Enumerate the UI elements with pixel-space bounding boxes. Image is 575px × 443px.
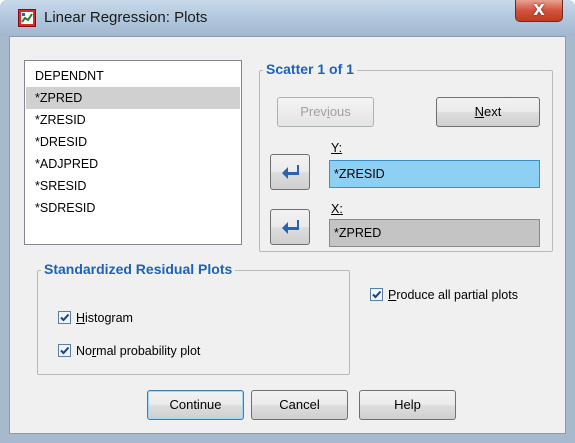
app-icon <box>18 9 36 27</box>
help-button[interactable]: Help <box>359 390 456 420</box>
y-field-label: Y: <box>331 141 343 155</box>
variable-list-item[interactable]: *SRESID <box>26 175 240 197</box>
variable-list-item[interactable]: *ADJPRED <box>26 153 240 175</box>
window-title: Linear Regression: Plots <box>44 9 208 26</box>
next-button-label: Next <box>474 104 502 119</box>
partial-plots-checkbox-box[interactable] <box>370 288 383 301</box>
histogram-checkbox-box[interactable] <box>58 311 71 324</box>
move-to-y-button[interactable] <box>270 154 310 190</box>
title-bar[interactable]: Linear Regression: Plots X <box>0 0 575 36</box>
left-arrow-icon <box>282 165 299 179</box>
variable-list-item[interactable]: *ZPRED <box>26 87 240 109</box>
partial-plots-label: Produce all partial plots <box>388 288 518 302</box>
scatter-group-title: Scatter 1 of 1 <box>263 61 357 77</box>
x-field-label: X: <box>331 202 343 216</box>
dialog-window: Linear Regression: Plots X DEPENDNT *ZPRE… <box>0 0 575 443</box>
histogram-label: Histogram <box>76 311 133 325</box>
checkmark-icon <box>60 313 70 322</box>
help-button-label: Help <box>394 397 421 412</box>
continue-button-label: Continue <box>169 397 222 412</box>
checkmark-icon <box>372 290 382 299</box>
move-to-x-button[interactable] <box>270 209 310 245</box>
left-arrow-icon <box>282 220 299 234</box>
normal-probability-label: Normal probability plot <box>76 344 201 358</box>
variable-list[interactable]: DEPENDNT *ZPRED *ZRESID *DRESID *ADJPRED *SRE… <box>24 60 242 245</box>
y-axis-field[interactable]: *ZRESID <box>329 160 540 188</box>
variable-list-item[interactable]: *ZRESID <box>26 109 240 131</box>
variable-list-item[interactable]: *SDRESID <box>26 197 240 219</box>
close-icon: X <box>533 1 545 19</box>
cancel-button-label: Cancel <box>279 397 320 412</box>
residual-plots-group-title: Standardized Residual Plots <box>41 261 236 277</box>
variable-list-item[interactable]: *DRESID <box>26 131 240 153</box>
normal-probability-checkbox-box[interactable] <box>58 344 71 357</box>
cancel-button[interactable]: Cancel <box>251 390 348 420</box>
continue-button[interactable]: Continue <box>147 390 244 420</box>
close-button[interactable]: X <box>515 0 563 22</box>
previous-button[interactable]: Previous <box>277 97 374 127</box>
checkmark-icon <box>60 346 70 355</box>
previous-button-label: Previous <box>300 104 351 119</box>
x-axis-field[interactable]: *ZPRED <box>329 219 540 247</box>
variable-list-item[interactable]: DEPENDNT <box>26 65 240 87</box>
next-button[interactable]: Next <box>436 97 540 127</box>
